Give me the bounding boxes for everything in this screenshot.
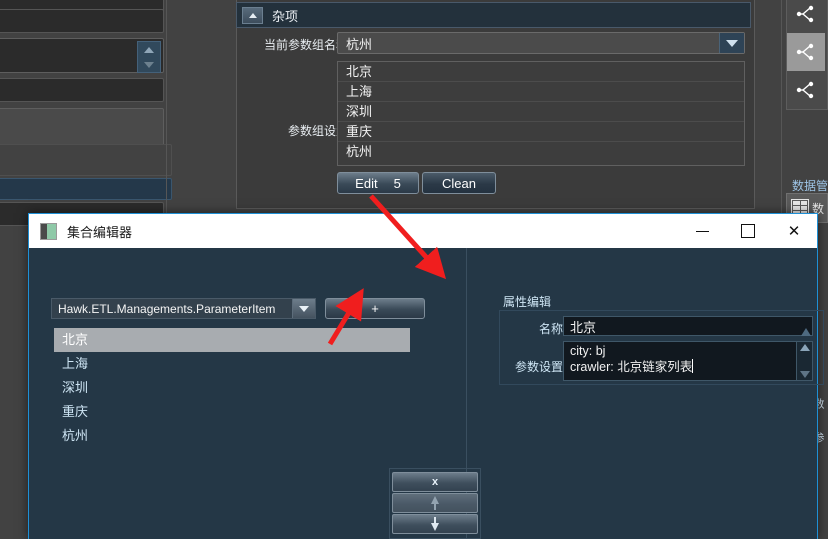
name-field-value: 北京 <box>570 319 597 335</box>
scroll-up-icon[interactable] <box>801 314 811 336</box>
list-item[interactable]: 重庆 <box>338 122 744 142</box>
param-group-settings-label: 参数组设置 <box>287 124 348 138</box>
dialog-title: 集合编辑器 <box>67 224 133 240</box>
item-type-combo[interactable]: Hawk.ETL.Managements.ParameterItem <box>51 298 316 319</box>
clean-button[interactable]: Clean <box>422 172 496 194</box>
delete-item-label: x <box>431 476 439 488</box>
collapse-arrow-icon[interactable] <box>242 6 263 24</box>
arrow-down-icon <box>431 523 439 531</box>
spinner-up-icon[interactable] <box>144 46 154 53</box>
left-selected-row[interactable] <box>0 178 172 200</box>
params-field-line-1: city: bj <box>570 344 606 358</box>
property-panel-scroll-up[interactable] <box>801 314 811 336</box>
collection-editor-dialog[interactable]: 集合编辑器 ✕ Hawk.ETL.Managements.ParameterIt… <box>28 213 824 539</box>
param-group-list[interactable]: 北京 上海 深圳 重庆 杭州 <box>337 61 745 166</box>
spinner-down-icon[interactable] <box>144 61 154 68</box>
left-pane-divider <box>166 0 167 215</box>
list-item[interactable]: 北京 <box>54 328 410 352</box>
spinner-buttons[interactable] <box>137 41 161 73</box>
minimize-button[interactable] <box>679 214 725 248</box>
scroll-down-icon[interactable] <box>799 371 810 378</box>
delete-item-button[interactable]: x <box>392 472 478 492</box>
share-node-icon[interactable] <box>787 71 825 109</box>
list-item[interactable]: 北京 <box>338 62 744 82</box>
add-item-button[interactable]: + <box>325 298 425 319</box>
graph-tool-strip <box>786 0 828 110</box>
arrow-up-icon <box>431 496 439 504</box>
chevron-down-icon[interactable] <box>292 299 315 318</box>
maximize-button[interactable] <box>725 214 771 248</box>
params-field[interactable]: city: bj crawler: 北京链家列表 <box>563 341 813 381</box>
list-item[interactable]: 杭州 <box>338 142 744 162</box>
current-group-value: 杭州 <box>346 36 373 52</box>
params-field-label: 参数设置 <box>514 360 563 374</box>
collection-editor-icon <box>40 222 57 240</box>
current-group-combo[interactable]: 杭州 <box>337 32 745 54</box>
clean-button-label: Clean <box>442 175 476 191</box>
dialog-title-bar[interactable]: 集合编辑器 ✕ <box>29 214 817 248</box>
collection-item-list[interactable]: 北京 上海 深圳 重庆 杭州 <box>54 328 410 458</box>
property-editor-title: 属性编辑 <box>503 295 552 309</box>
item-type-value: Hawk.ETL.Managements.ParameterItem <box>58 301 276 316</box>
right-toolbar-pane: 数据管 数 数 参数 <box>780 0 828 443</box>
list-item[interactable]: 杭州 <box>54 424 410 448</box>
list-item[interactable]: 重庆 <box>54 400 410 424</box>
list-item[interactable]: 上海 <box>338 82 744 102</box>
name-field[interactable]: 北京 <box>563 316 813 336</box>
left-field-2[interactable] <box>0 9 164 33</box>
edit-button-count: 5 <box>393 175 401 191</box>
misc-group-title: 杂项 <box>272 8 299 24</box>
misc-group-header[interactable]: 杂项 <box>236 2 751 28</box>
move-down-button[interactable] <box>392 514 478 534</box>
left-properties-pane <box>0 0 172 226</box>
close-button[interactable]: ✕ <box>771 214 817 248</box>
scroll-up-icon[interactable] <box>799 344 810 351</box>
order-buttons-group: x <box>389 468 481 539</box>
window-controls: ✕ <box>679 214 817 248</box>
chevron-down-icon[interactable] <box>719 33 744 53</box>
params-scrollbar[interactable] <box>796 342 812 380</box>
name-field-label: 名称 <box>538 322 563 336</box>
add-item-label: + <box>371 301 379 316</box>
left-empty-box <box>0 144 172 176</box>
edit-button[interactable]: Edit 5 <box>337 172 419 194</box>
data-management-label: 数据管 <box>791 179 828 193</box>
edit-button-label: Edit <box>355 175 378 191</box>
list-item[interactable]: 上海 <box>54 352 410 376</box>
left-readonly-box <box>0 108 164 146</box>
params-field-line-2: crawler: 北京链家列表 <box>570 360 693 374</box>
move-up-button[interactable] <box>392 493 478 513</box>
dialog-body: Hawk.ETL.Managements.ParameterItem + 北京 … <box>29 248 824 539</box>
left-spinner-box[interactable] <box>0 38 164 73</box>
current-group-name-label: 当前参数组名称 <box>263 38 348 52</box>
arrow-up-stem <box>434 504 436 510</box>
list-item[interactable]: 深圳 <box>54 376 410 400</box>
text-caret <box>692 359 694 373</box>
share-node-icon[interactable] <box>787 0 825 33</box>
left-field-3[interactable] <box>0 78 164 102</box>
list-item[interactable]: 深圳 <box>338 102 744 122</box>
share-node-icon[interactable] <box>787 33 825 71</box>
